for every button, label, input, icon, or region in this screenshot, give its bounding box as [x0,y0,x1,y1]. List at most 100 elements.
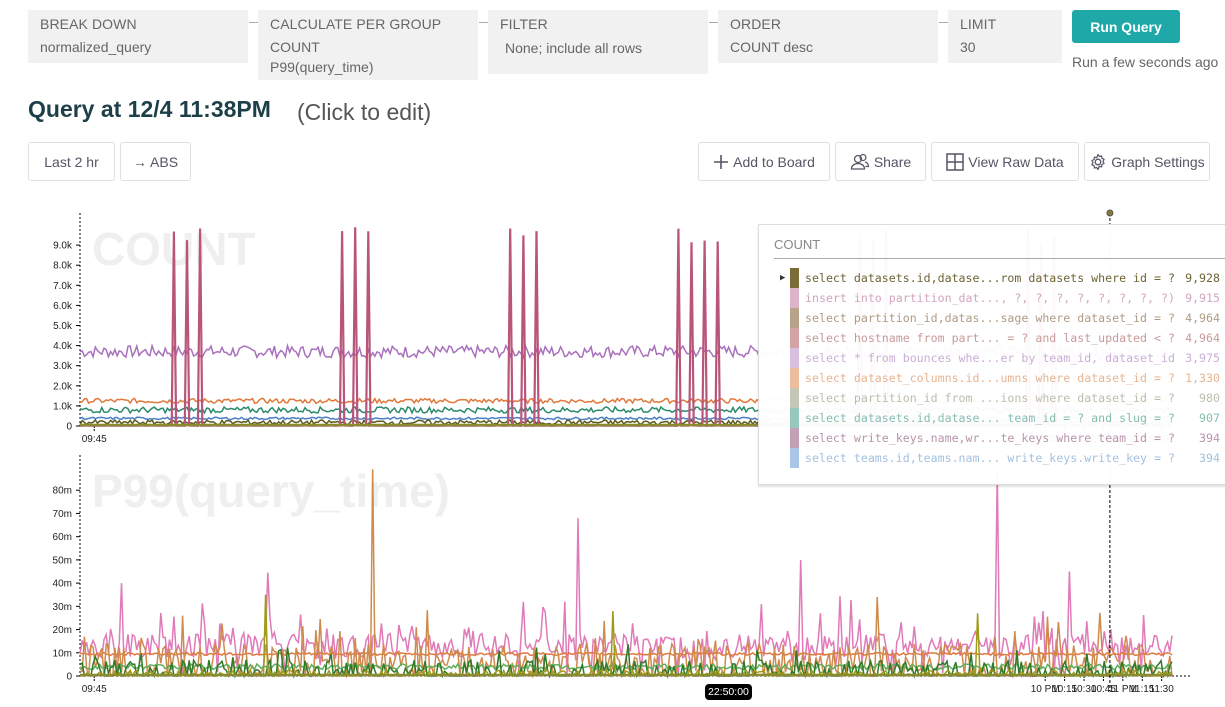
legend-value: 394 [1199,431,1220,445]
legend-row[interactable]: ▶ select datasets.id,datase...rom dataset… [774,268,1225,288]
time-range-label: Last 2 hr [44,153,99,170]
y-tick-label: 10m [53,648,72,659]
expand-arrow-icon[interactable]: ▶ [780,273,785,283]
plus-icon [713,154,729,170]
clause-connector [249,22,258,23]
legend-swatch [790,368,799,388]
graph-settings-label: Graph Settings [1111,153,1205,170]
view-raw-data-label: View Raw Data [968,153,1064,170]
y-tick-label: 40m [53,579,72,590]
x-tick-label: 09:45 [82,684,107,695]
y-tick-label: 0 [66,672,72,683]
legend-swatch [790,288,799,308]
share-label: Share [873,153,912,170]
hover-legend: COUNT ▶ select datasets.id,datase...rom d… [758,224,1225,485]
legend-swatch [790,348,799,368]
legend-swatch [790,388,799,408]
y-tick-label: 70m [53,509,72,520]
calculate-value-count: COUNT [270,39,320,55]
legend-query: select partition_id,datas...sage where d… [805,311,1175,325]
legend-value: 3,975 [1185,351,1220,365]
hover-time-label: 22:50:00 [705,684,752,700]
legend-query: insert into partition_dat..., ?, ?, ?, ?… [805,291,1175,305]
breakdown-label: BREAK DOWN [40,16,137,32]
add-to-board-label: Add to Board [733,153,815,170]
y-tick-label: 80m [53,486,72,497]
legend-row[interactable]: select * from bounces whe...er by team_i… [774,348,1225,368]
legend-swatch [790,408,799,428]
calculate-value-p99: P99(query_time) [270,59,374,75]
hover-legend-title: COUNT [774,237,1225,259]
legend-row[interactable]: select partition_id from ...ions where d… [774,388,1225,408]
legend-query: select partition_id from ...ions where d… [805,391,1175,405]
p99-chart[interactable]: P99(query_time) 0 10m 20m 30m 40m 50m 60m 70m 80m… [0,455,1225,705]
share-users-icon [850,153,870,171]
legend-query: select datasets.id,datase...rom datasets… [805,271,1175,285]
filter-label: FILTER [500,16,548,32]
limit-label: LIMIT [960,16,997,32]
legend-value: 907 [1199,411,1220,425]
y-tick-label: 30m [53,602,72,613]
filter-clause[interactable]: FILTER None; include all rows [488,10,708,74]
y-tick-label: 2.0k [53,381,73,392]
y-tick-label: 7.0k [53,281,73,292]
legend-swatch [790,428,799,448]
gear-icon [1089,153,1107,171]
legend-swatch [790,268,799,288]
filter-value: None; include all rows [505,40,642,56]
y-tick-label: 20m [53,625,72,636]
time-range-button[interactable]: Last 2 hr [28,142,115,181]
run-status: Run a few seconds ago [1072,54,1219,70]
legend-query: select datasets.id,datase... team_id = ?… [805,411,1175,425]
y-tick-label: 60m [53,532,72,543]
y-tick-label: 4.0k [53,341,73,352]
order-clause[interactable]: ORDER COUNT desc [718,10,938,63]
legend-query: select * from bounces whe...er by team_i… [805,351,1175,365]
y-tick-label: 8.0k [53,261,73,272]
order-label: ORDER [730,16,782,32]
x-tick-label: 09:45 [82,434,107,445]
legend-value: 9,928 [1185,271,1220,285]
legend-row[interactable]: select write_keys.name,wr...te_keys wher… [774,428,1225,448]
graph-settings-button[interactable]: Graph Settings [1084,142,1210,181]
legend-swatch [790,308,799,328]
calculate-clause[interactable]: CALCULATE PER GROUP COUNT P99(query_time… [258,10,478,80]
run-query-button[interactable]: Run Query [1072,10,1180,43]
y-tick-label: 0 [66,422,72,433]
edit-title-hint[interactable]: (Click to edit) [297,99,431,126]
clause-connector [939,22,948,23]
legend-value: 4,964 [1185,331,1220,345]
legend-value: 980 [1199,391,1220,405]
hover-point [1106,209,1114,217]
grid-icon [946,152,965,171]
legend-query: select write_keys.name,wr...te_keys wher… [805,431,1175,445]
y-tick-label: 5.0k [53,321,73,332]
legend-value: 1,330 [1185,371,1220,385]
breakdown-value: normalized_query [40,39,152,55]
abs-toggle-button[interactable]: → ABS [120,142,191,181]
breakdown-clause[interactable]: BREAK DOWN normalized_query [28,10,248,63]
query-title[interactable]: Query at 12/4 11:38PM [28,96,271,123]
legend-swatch [790,448,799,468]
view-raw-data-button[interactable]: View Raw Data [931,142,1079,181]
limit-value: 30 [960,39,976,55]
y-tick-label: 9.0k [53,241,73,252]
legend-row[interactable]: select dataset_columns.id...umns where d… [774,368,1225,388]
calculate-label: CALCULATE PER GROUP [270,16,442,32]
legend-value: 394 [1199,451,1220,465]
legend-value: 9,915 [1185,291,1220,305]
share-button[interactable]: Share [835,142,926,181]
legend-row[interactable]: select teams.id,teams.nam... write_keys.… [774,448,1225,468]
order-value: COUNT desc [730,39,813,55]
legend-row[interactable]: select datasets.id,datase... team_id = ?… [774,408,1225,428]
legend-value: 4,964 [1185,311,1220,325]
legend-row[interactable]: select hostname from part... = ? and las… [774,328,1225,348]
legend-row[interactable]: insert into partition_dat..., ?, ?, ?, ?… [774,288,1225,308]
chart-watermark-title: P99(query_time) [92,465,450,517]
y-tick-label: 6.0k [53,301,73,312]
legend-row[interactable]: select partition_id,datas...sage where d… [774,308,1225,328]
limit-clause[interactable]: LIMIT 30 [948,10,1062,63]
add-to-board-button[interactable]: Add to Board [698,142,830,181]
x-tick-label: 11:30 [1150,684,1175,695]
p99-chart-svg[interactable]: P99(query_time) 0 10m 20m 30m 40m 50m 60m 70m 80m… [0,455,1225,705]
